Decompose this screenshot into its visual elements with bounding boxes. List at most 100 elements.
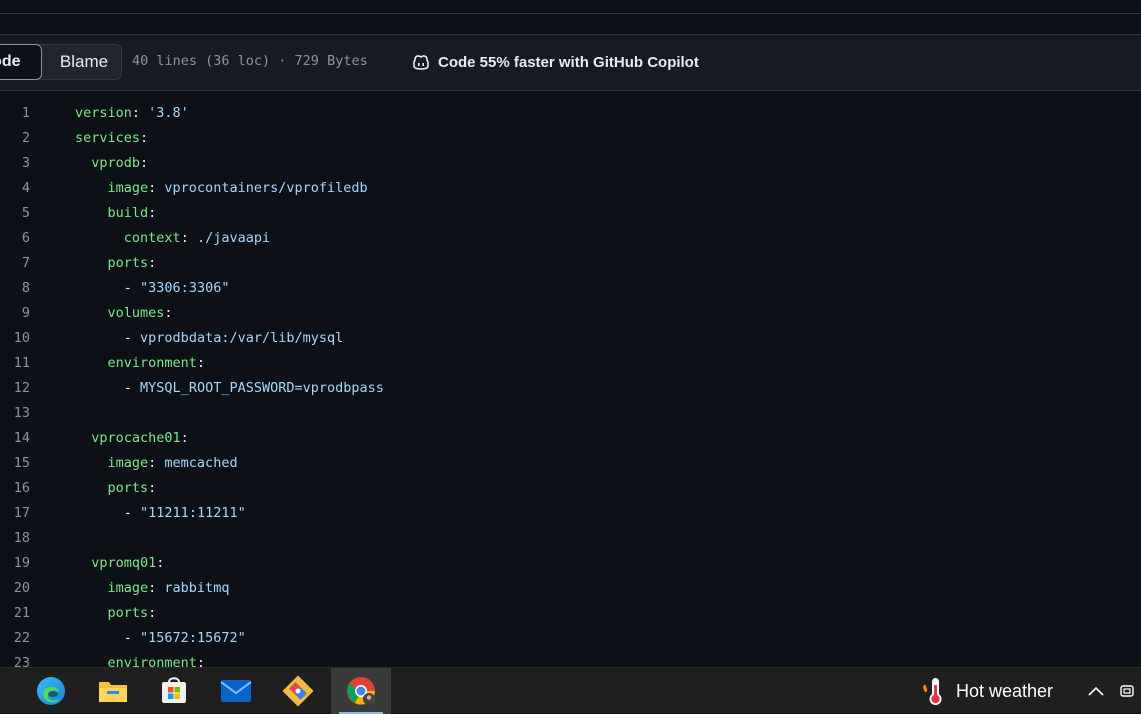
file-toolbar: Code Blame 40 lines (36 loc) · 729 Bytes… <box>0 35 1141 91</box>
yaml-punct: - <box>123 505 141 521</box>
line-number[interactable]: 1 <box>0 101 30 126</box>
thermometer-icon <box>923 678 942 705</box>
view-mode-toggle: Code Blame <box>0 44 122 80</box>
line-number[interactable]: 13 <box>0 401 30 426</box>
line-number[interactable]: 22 <box>0 626 30 651</box>
yaml-key: ports <box>107 255 149 271</box>
code-line: 19 vpromq01: <box>0 551 1141 576</box>
microsoft-store-icon[interactable] <box>145 668 203 714</box>
yaml-key: ports <box>107 480 149 496</box>
blame-view-button[interactable]: Blame <box>48 47 120 77</box>
line-number[interactable]: 23 <box>0 651 30 667</box>
line-number[interactable]: 2 <box>0 126 30 151</box>
code-content: - "11211:11211" <box>75 501 246 526</box>
line-number[interactable]: 9 <box>0 301 30 326</box>
code-line: 9 volumes: <box>0 301 1141 326</box>
yaml-value: vprocontainers/vprofiledb <box>164 180 368 196</box>
chrome-icon[interactable] <box>331 668 391 714</box>
code-view-button[interactable]: Code <box>0 44 42 80</box>
weather-widget[interactable]: Hot weather <box>920 668 1053 714</box>
line-number[interactable]: 18 <box>0 526 30 551</box>
line-number[interactable]: 17 <box>0 501 30 526</box>
yaml-value: rabbitmq <box>164 580 230 596</box>
mail-icon[interactable] <box>207 668 265 714</box>
line-number[interactable]: 11 <box>0 351 30 376</box>
yaml-value: "11211:11211" <box>140 505 246 521</box>
code-content: image: rabbitmq <box>75 576 230 601</box>
code-line: 3 vprodb: <box>0 151 1141 176</box>
code-line: 2 services: <box>0 126 1141 151</box>
code-line: 21 ports: <box>0 601 1141 626</box>
code-line: 15 image: memcached <box>0 451 1141 476</box>
copilot-promo-text: Code 55% faster with GitHub Copilot <box>438 53 699 71</box>
code-content: ports: <box>75 251 157 276</box>
code-content: context: ./javaapi <box>75 226 270 251</box>
line-number[interactable]: 14 <box>0 426 30 451</box>
code-line: 18 <box>0 526 1141 551</box>
code-line: 5 build: <box>0 201 1141 226</box>
tray-icon[interactable] <box>1120 683 1136 699</box>
copilot-promo-link[interactable]: Code 55% faster with GitHub Copilot <box>411 51 699 73</box>
code-view: 1 version: '3.8' 2 services: 3 vprodb: 4 imag… <box>0 101 1141 667</box>
yaml-key: environment <box>107 655 197 667</box>
line-number[interactable]: 15 <box>0 451 30 476</box>
code-content: services: <box>75 126 148 151</box>
code-line: 4 image: vprocontainers/vprofiledb <box>0 176 1141 201</box>
weather-text: Hot weather <box>956 680 1054 701</box>
yaml-key: environment <box>107 355 197 371</box>
line-number[interactable]: 8 <box>0 276 30 301</box>
line-number[interactable]: 12 <box>0 376 30 401</box>
file-explorer-icon[interactable] <box>84 668 142 714</box>
yaml-value: ./javaapi <box>196 230 271 246</box>
line-number[interactable]: 16 <box>0 476 30 501</box>
line-number[interactable]: 21 <box>0 601 30 626</box>
yaml-punct: : <box>196 355 206 371</box>
yaml-punct: : <box>180 430 189 446</box>
chevron-up-icon[interactable] <box>1087 683 1105 699</box>
code-line: 10 - vprodbdata:/var/lib/mysql <box>0 326 1141 351</box>
code-line: 14 vprocache01: <box>0 426 1141 451</box>
yaml-punct: : <box>148 455 165 471</box>
yaml-value: MYSQL_ROOT_PASSWORD=vprodbpass <box>140 380 384 396</box>
git-client-icon[interactable] <box>269 668 327 714</box>
yaml-punct: : <box>140 130 149 146</box>
yaml-key: vpromq01 <box>91 555 157 571</box>
code-content: build: <box>75 201 157 226</box>
code-content: - vprodbdata:/var/lib/mysql <box>75 326 343 351</box>
code-content: environment: <box>75 651 206 667</box>
line-number[interactable]: 19 <box>0 551 30 576</box>
yaml-punct: : <box>148 605 157 621</box>
yaml-value: vprodbdata:/var/lib/mysql <box>140 330 344 346</box>
yaml-punct: : <box>148 180 165 196</box>
copilot-icon <box>413 55 429 70</box>
code-content: vpromq01: <box>75 551 164 576</box>
yaml-key: vprodb <box>91 155 141 171</box>
yaml-punct: : <box>156 555 165 571</box>
line-number[interactable]: 3 <box>0 151 30 176</box>
yaml-key: image <box>107 180 149 196</box>
edge-icon[interactable] <box>22 668 80 714</box>
line-number[interactable]: 4 <box>0 176 30 201</box>
line-number[interactable]: 20 <box>0 576 30 601</box>
yaml-key: volumes <box>107 305 165 321</box>
yaml-key: services <box>75 130 141 146</box>
yaml-key: image <box>107 455 149 471</box>
line-number[interactable]: 5 <box>0 201 30 226</box>
yaml-key: ports <box>107 605 149 621</box>
line-number[interactable]: 7 <box>0 251 30 276</box>
line-number[interactable]: 10 <box>0 326 30 351</box>
code-line: 23 environment: <box>0 651 1141 667</box>
code-content: image: memcached <box>75 451 238 476</box>
yaml-key: version <box>75 105 132 121</box>
yaml-value: memcached <box>164 455 238 471</box>
line-number[interactable]: 6 <box>0 226 30 251</box>
